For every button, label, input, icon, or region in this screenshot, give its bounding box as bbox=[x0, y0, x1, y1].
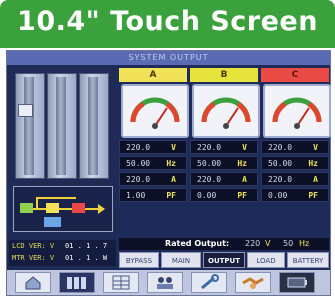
handshake-icon bbox=[242, 277, 264, 289]
rated-voltage: 220 bbox=[245, 239, 261, 248]
phase-b-voltage: 220.0 V bbox=[190, 140, 258, 154]
nav-handshake-button[interactable] bbox=[235, 272, 271, 293]
unit-text: A bbox=[313, 175, 318, 184]
gauge-dial-icon bbox=[130, 97, 180, 129]
title-banner: 10.4" Touch Screen bbox=[0, 0, 335, 48]
unit-text: PF bbox=[237, 191, 247, 200]
phase-b-frequency: 50.00 Hz bbox=[190, 156, 258, 170]
unit-text: A bbox=[242, 175, 247, 184]
rectifier-icon bbox=[20, 203, 33, 213]
tab-battery[interactable]: BATTERY bbox=[287, 252, 329, 268]
mtr-version-label: MTR VER: V bbox=[12, 254, 55, 262]
cabinet-door bbox=[56, 77, 66, 175]
unit-text: V bbox=[313, 143, 318, 152]
cabinet-door bbox=[24, 77, 34, 175]
value-text: 0.00 bbox=[268, 191, 288, 200]
phase-c-voltage: 220.0 V bbox=[261, 140, 329, 154]
nav-battery-button[interactable] bbox=[279, 272, 315, 293]
lcd-version-value: 01 . 1 . 7 bbox=[65, 242, 108, 250]
phase-b-power-factor: 0.00 PF bbox=[190, 188, 258, 202]
battery-icon bbox=[287, 277, 307, 288]
phase-a-gauge bbox=[121, 84, 189, 138]
tab-load[interactable]: LOAD bbox=[247, 252, 285, 268]
phase-a-current: 220.0 A bbox=[119, 172, 187, 186]
rated-voltage-unit: V bbox=[265, 239, 271, 248]
power-flow-diagram bbox=[13, 186, 113, 232]
home-icon bbox=[25, 276, 41, 290]
phase-a-header: A bbox=[119, 68, 187, 82]
unit-text: V bbox=[171, 143, 176, 152]
version-info: LCD VER: V 01 . 1 . 7 MTR VER: V 01 . 1 … bbox=[9, 240, 116, 266]
banner-title: 10.4" Touch Screen bbox=[17, 6, 318, 37]
cabinet-3[interactable] bbox=[79, 73, 109, 179]
rated-frequency: 50 bbox=[283, 239, 294, 248]
rated-frequency-unit: Hz bbox=[299, 239, 310, 248]
cabinet-door bbox=[88, 77, 98, 175]
value-text: 220.0 bbox=[126, 175, 151, 184]
value-text: 220.0 bbox=[197, 175, 222, 184]
touch-screen-promo: 10.4" Touch Screen SYSTEM OUTPUT A B C 2… bbox=[0, 0, 335, 298]
value-text: 220.0 bbox=[197, 143, 222, 152]
phase-c-current: 220.0 A bbox=[261, 172, 329, 186]
value-text: 1.00 bbox=[126, 191, 146, 200]
value-text: 50.00 bbox=[197, 159, 222, 168]
nav-grid-button[interactable] bbox=[103, 272, 139, 293]
flow-line-bypass bbox=[36, 197, 76, 199]
value-text: 220.0 bbox=[268, 175, 293, 184]
cabinet-1[interactable] bbox=[15, 73, 45, 179]
value-text: 220.0 bbox=[126, 143, 151, 152]
unit-text: Hz bbox=[166, 159, 176, 168]
mtr-version-value: 01 . 1 . W bbox=[65, 254, 108, 262]
phase-c-header: C bbox=[261, 68, 329, 82]
cabinet-2[interactable] bbox=[47, 73, 77, 179]
phase-b-gauge bbox=[192, 84, 260, 138]
unit-text: PF bbox=[308, 191, 318, 200]
users-icon bbox=[157, 277, 173, 289]
arrow-right-icon bbox=[98, 204, 105, 214]
phase-c-gauge bbox=[263, 84, 331, 138]
value-text: 50.00 bbox=[268, 159, 293, 168]
grid-icon bbox=[112, 275, 130, 290]
phase-c-power-factor: 0.00 PF bbox=[261, 188, 329, 202]
rated-output-row: Rated Output: 220 V 50 Hz bbox=[119, 238, 329, 250]
phase-a-power-factor: 1.00 PF bbox=[119, 188, 187, 202]
unit-text: Hz bbox=[237, 159, 247, 168]
nav-cabinet-button[interactable] bbox=[59, 272, 95, 293]
phase-b-header: B bbox=[190, 68, 258, 82]
phase-a-voltage: 220.0 V bbox=[119, 140, 187, 154]
battery-block-icon bbox=[44, 217, 61, 227]
unit-text: A bbox=[171, 175, 176, 184]
rated-output-label: Rated Output: bbox=[165, 239, 230, 248]
screen-title: SYSTEM OUTPUT bbox=[7, 51, 330, 65]
value-text: 220.0 bbox=[268, 143, 293, 152]
gauge-dial-icon bbox=[201, 97, 251, 129]
tab-main[interactable]: MAIN bbox=[161, 252, 201, 268]
hmi-screen: SYSTEM OUTPUT A B C 220.0 V 220.0 V 220.… bbox=[6, 50, 331, 296]
phase-a-frequency: 50.00 Hz bbox=[119, 156, 187, 170]
value-text: 0.00 bbox=[197, 191, 217, 200]
output-tabs: BYPASS MAIN OUTPUT LOAD BATTERY bbox=[119, 252, 329, 268]
nav-home-button[interactable] bbox=[15, 272, 51, 293]
cabinet-panel bbox=[9, 68, 116, 236]
phase-b-current: 220.0 A bbox=[190, 172, 258, 186]
tab-output[interactable]: OUTPUT bbox=[203, 252, 245, 268]
nav-users-button[interactable] bbox=[147, 272, 183, 293]
tab-bypass[interactable]: BYPASS bbox=[119, 252, 159, 268]
unit-text: Hz bbox=[308, 159, 318, 168]
value-text: 50.00 bbox=[126, 159, 151, 168]
cabinet-indicator-icon bbox=[18, 104, 33, 117]
phase-output-area: A B C 220.0 V 220.0 V 220.0 V 50.00 Hz 5… bbox=[119, 68, 331, 258]
switch-icon bbox=[72, 203, 85, 213]
gauge-dial-icon bbox=[272, 97, 322, 129]
unit-text: V bbox=[242, 143, 247, 152]
lcd-version-label: LCD VER: V bbox=[12, 242, 55, 250]
cabinet-icon bbox=[67, 277, 86, 289]
wrench-icon bbox=[201, 274, 219, 290]
nav-wrench-button[interactable] bbox=[191, 272, 227, 293]
unit-text: PF bbox=[166, 191, 176, 200]
phase-c-frequency: 50.00 Hz bbox=[261, 156, 329, 170]
bottom-nav bbox=[7, 270, 330, 295]
inverter-icon bbox=[46, 203, 59, 213]
